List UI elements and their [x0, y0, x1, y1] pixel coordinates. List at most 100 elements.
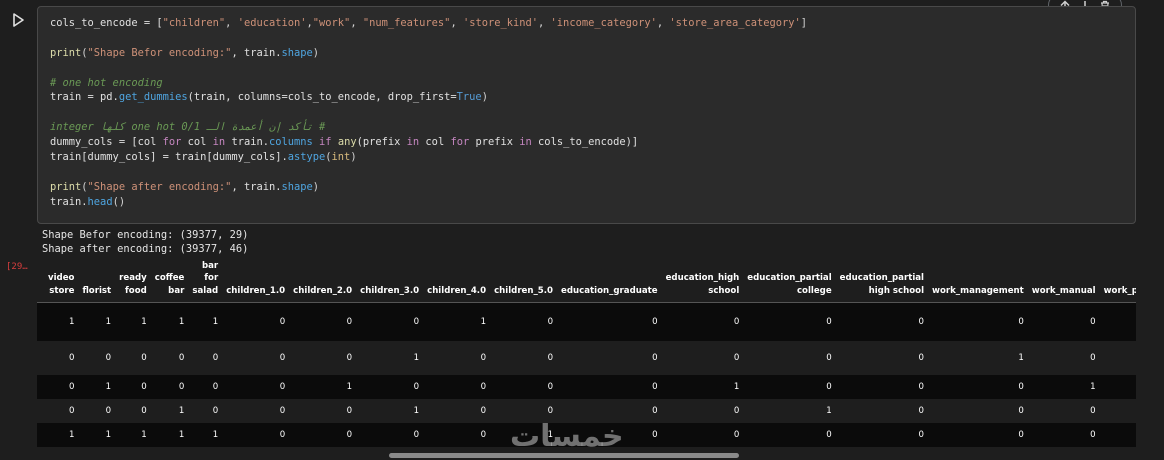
code-token: astype [287, 151, 326, 164]
table-cell: 0 [188, 374, 223, 399]
code-line: # تأكد إن أعمدة الـ one hot 0/1 كلها int… [50, 120, 807, 135]
table-cell: 0 [150, 374, 189, 399]
table-cell: 0 [557, 340, 662, 375]
table-cell [1099, 422, 1136, 447]
code-token: 'store_kind' [462, 17, 539, 29]
code-token: (train, columns=cols_to_encode, drop_fir… [187, 91, 457, 104]
column-header-text: education_partial [839, 273, 925, 284]
dataframe-output[interactable]: video store florist ready food coffee bar bar fo… [37, 260, 1136, 448]
code-token: 'income_category' [550, 17, 657, 29]
column-header-text: work_manual [1031, 285, 1096, 296]
execution-count: [29… [6, 262, 28, 272]
column-header-text: for [204, 273, 219, 284]
dataframe-table: video store florist ready food coffee bar bar fo… [37, 260, 1136, 447]
code-token: ) [350, 151, 357, 164]
code-token: "work" [312, 17, 351, 29]
code-line: train[dummy_cols] = train[dummy_cols].as… [50, 150, 807, 165]
code-token: shape [281, 180, 313, 193]
table-cell: 0 [115, 374, 151, 399]
table-cell: 0 [835, 302, 929, 341]
table-cell: 0 [1027, 422, 1100, 447]
code-token: prefix [469, 136, 520, 149]
table-cell: 0 [490, 340, 558, 375]
table-cell: 1 [490, 422, 558, 447]
table-cell: 0 [928, 422, 1028, 447]
table-cell: 0 [661, 422, 744, 447]
code-token: , train. [231, 180, 282, 193]
code-token: # تأكد إن أعمدة الـ one hot 0/1 كلها int… [50, 121, 326, 134]
table-row: 0000000100000010 [37, 340, 1136, 375]
column-header: education_partial college [743, 260, 836, 304]
code-token: ) [481, 91, 488, 104]
column-header: children_1.0 [222, 260, 290, 304]
code-token: cols_to_encode)] [531, 136, 639, 149]
table-cell: 0 [661, 398, 744, 423]
column-header-text: children_5.0 [494, 285, 554, 296]
table-cell: 0 [423, 398, 491, 423]
column-header: children_5.0 [490, 260, 558, 304]
code-line: # one hot encoding [50, 76, 807, 91]
table-cell: 0 [115, 398, 151, 423]
column-header: work_management [928, 260, 1028, 304]
code-token: in [406, 136, 420, 149]
table-cell: 0 [222, 422, 290, 447]
table-cell: 0 [222, 340, 290, 375]
code-token: "Shape after encoding:" [87, 180, 232, 193]
column-header-text: work_management [932, 285, 1024, 296]
stdout-line: Shape after encoding: (39377, 46) [42, 243, 249, 255]
table-row: 0100001000010001 [37, 374, 1136, 399]
table-cell: 0 [661, 340, 744, 375]
table-cell: 1 [115, 302, 151, 341]
table-cell: 0 [289, 340, 357, 375]
code-line: train.head() [50, 195, 807, 210]
code-text[interactable]: cols_to_encode = ["children", 'education… [50, 16, 807, 210]
code-line: cols_to_encode = ["children", 'education… [50, 16, 807, 31]
code-token: ) [312, 46, 320, 59]
table-cell: 0 [78, 340, 116, 375]
index-cell [37, 398, 45, 423]
table-header-row: video store florist ready food coffee bar bar fo… [37, 260, 1136, 304]
table-cell: 0 [289, 302, 357, 341]
column-header: children_2.0 [289, 260, 357, 304]
column-header-text: bar [168, 285, 185, 296]
table-cell: 0 [835, 422, 929, 447]
table-cell: 1 [188, 302, 223, 341]
column-header-text: florist [82, 285, 112, 296]
table-cell: 0 [423, 340, 491, 375]
table-cell: 0 [557, 398, 662, 423]
table-cell: 1 [661, 374, 744, 399]
code-token: # one hot encoding [50, 76, 163, 89]
table-row: 1111100010000000 [37, 302, 1136, 341]
column-header-text: ready [119, 273, 147, 284]
code-cell-editor[interactable]: cols_to_encode = ["children", 'education… [37, 6, 1136, 224]
column-header: ready food [115, 260, 151, 304]
table-cell: 0 [743, 422, 836, 447]
table-cell: 0 [1027, 340, 1100, 375]
run-cell-button[interactable] [10, 12, 26, 28]
table-cell: 0 [222, 398, 290, 423]
code-line: dummy_cols = [col for col in train.colum… [50, 135, 807, 150]
column-header: video store [45, 260, 79, 304]
table-cell: 0 [188, 398, 223, 423]
column-header: education_partial high school [835, 260, 929, 304]
table-body: 1111100010000000000000010000001001000010… [37, 302, 1136, 447]
table-cell [1099, 398, 1136, 423]
table-cell: 0 [356, 302, 424, 341]
column-header-text: children_4.0 [427, 285, 487, 296]
table-cell: 1 [188, 422, 223, 447]
column-header: education_graduate [557, 260, 662, 304]
horizontal-scrollbar[interactable] [389, 453, 739, 458]
table-cell: 0 [188, 340, 223, 375]
column-header-text: store [49, 285, 75, 296]
code-token: "num_features" [362, 17, 451, 29]
table-cell: 1 [1027, 374, 1100, 399]
code-token: train = pd. [50, 91, 119, 104]
code-token: 'store_area_category' [669, 17, 801, 29]
column-header-text: education_graduate [561, 285, 658, 296]
table-cell: 0 [115, 340, 151, 375]
code-token: any [337, 136, 357, 149]
code-token: head [87, 195, 113, 208]
table-cell: 0 [743, 302, 836, 341]
